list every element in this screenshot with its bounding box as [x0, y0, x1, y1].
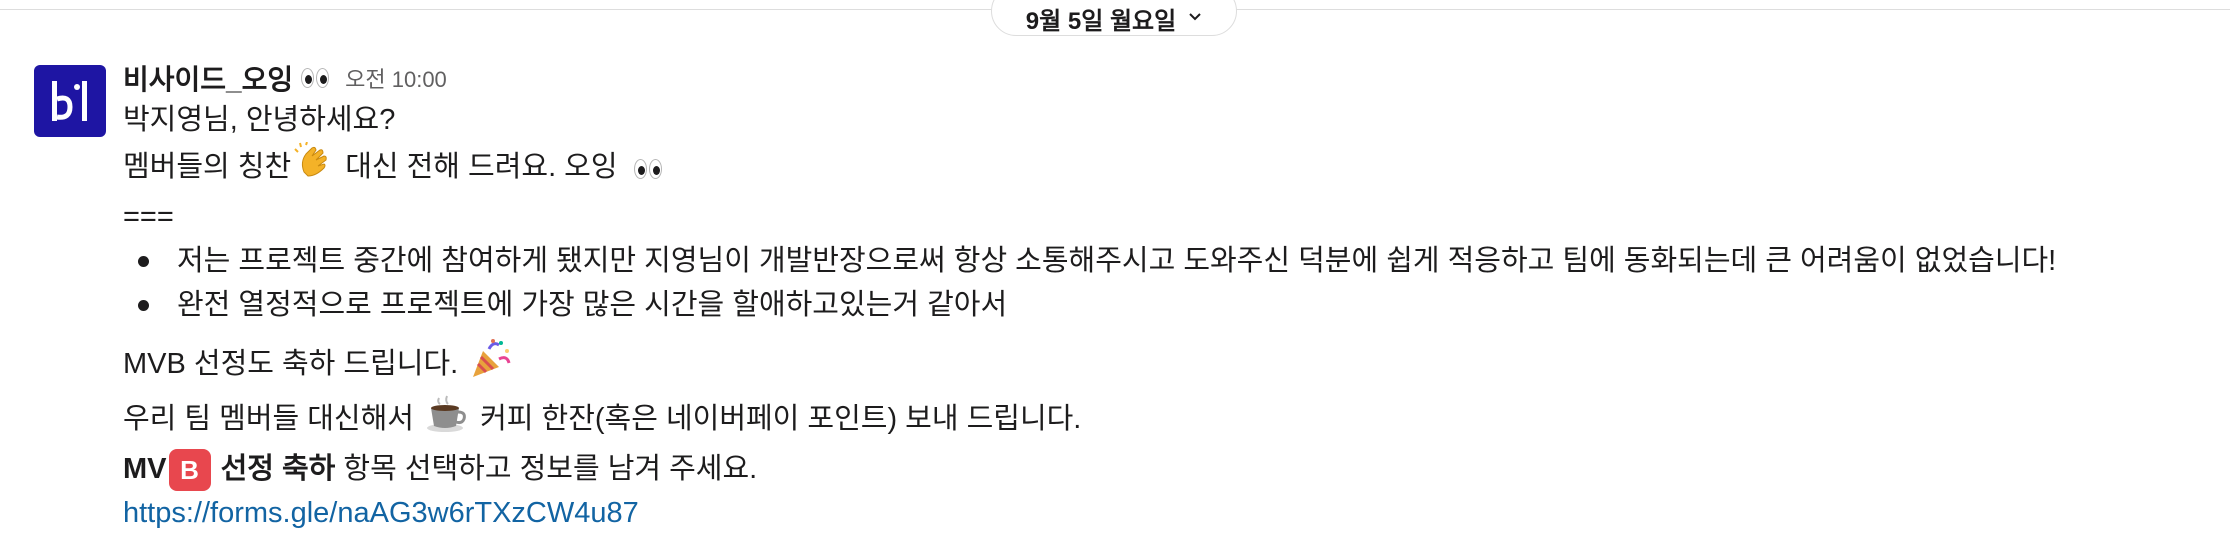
- message-timestamp[interactable]: 오전 10:00: [345, 62, 447, 94]
- praise-list: 저는 프로젝트 중간에 참여하게 됐지만 지영님이 개발반장으로써 항상 소통해…: [123, 239, 2203, 327]
- sender-name[interactable]: 비사이드_오잉: [123, 58, 293, 98]
- congrats-text: MVB 선정도 축하 드립니다.: [123, 348, 459, 381]
- bside-logo-icon: [52, 81, 87, 121]
- coffee-icon: [425, 394, 469, 447]
- intro-text-after: 대신 전해 드려요. 오잉: [337, 151, 618, 184]
- list-item: 저는 프로젝트 중간에 참여하게 됐지만 지영님이 개발반장으로써 항상 소통해…: [123, 239, 2203, 283]
- cta-rest: 항목 선택하고 정보를 남겨 주세요.: [335, 453, 758, 485]
- cta-prefix: MV: [123, 453, 167, 485]
- list-item: 완전 열정적으로 프로젝트에 가장 많은 시간을 할애하고있는거 같아서: [123, 283, 2203, 327]
- eyes-icon: [633, 158, 664, 179]
- avatar[interactable]: [34, 65, 106, 137]
- greeting-line: 박지영님, 안녕하세요?: [123, 104, 396, 136]
- message: 비사이드_오잉 오전 10:00 박지영님, 안녕하세요? 멤버들의 칭찬 대신…: [123, 58, 2203, 535]
- chevron-down-icon: [1188, 6, 1202, 27]
- coffee-line: 우리 팀 멤버들 대신해서 커피 한잔(혹은 네이버페이 포인트) 보내 드립니…: [123, 394, 2203, 447]
- cta-line: MV B 선정 축하 항목 선택하고 정보를 남겨 주세요.: [123, 447, 2203, 492]
- link-line: https://forms.gle/naAG3w6rTXzCW4u87: [123, 491, 2203, 535]
- b-button-icon: B: [168, 449, 211, 492]
- coffee-text-after: 커피 한잔(혹은 네이버페이 포인트) 보내 드립니다.: [480, 403, 1082, 436]
- party-popper-icon: [469, 337, 513, 394]
- intro-line: 멤버들의 칭찬 대신 전해 드려요. 오잉: [123, 141, 2203, 195]
- congrats-line: MVB 선정도 축하 드립니다.: [123, 337, 2203, 394]
- eyes-icon: [301, 68, 331, 88]
- date-label: 9월 5일 월요일: [1025, 7, 1177, 35]
- intro-text: 멤버들의 칭찬: [123, 151, 292, 184]
- coffee-text: 우리 팀 멤버들 대신해서: [123, 403, 414, 436]
- cta-bold: 선정 축하: [220, 453, 336, 485]
- message-header: 비사이드_오잉 오전 10:00: [123, 58, 2203, 98]
- date-divider-button[interactable]: 9월 5일 월요일: [991, 0, 1237, 36]
- form-link[interactable]: https://forms.gle/naAG3w6rTXzCW4u87: [123, 497, 639, 529]
- separator: ===: [123, 201, 174, 233]
- clapping-hands-icon: [294, 141, 334, 195]
